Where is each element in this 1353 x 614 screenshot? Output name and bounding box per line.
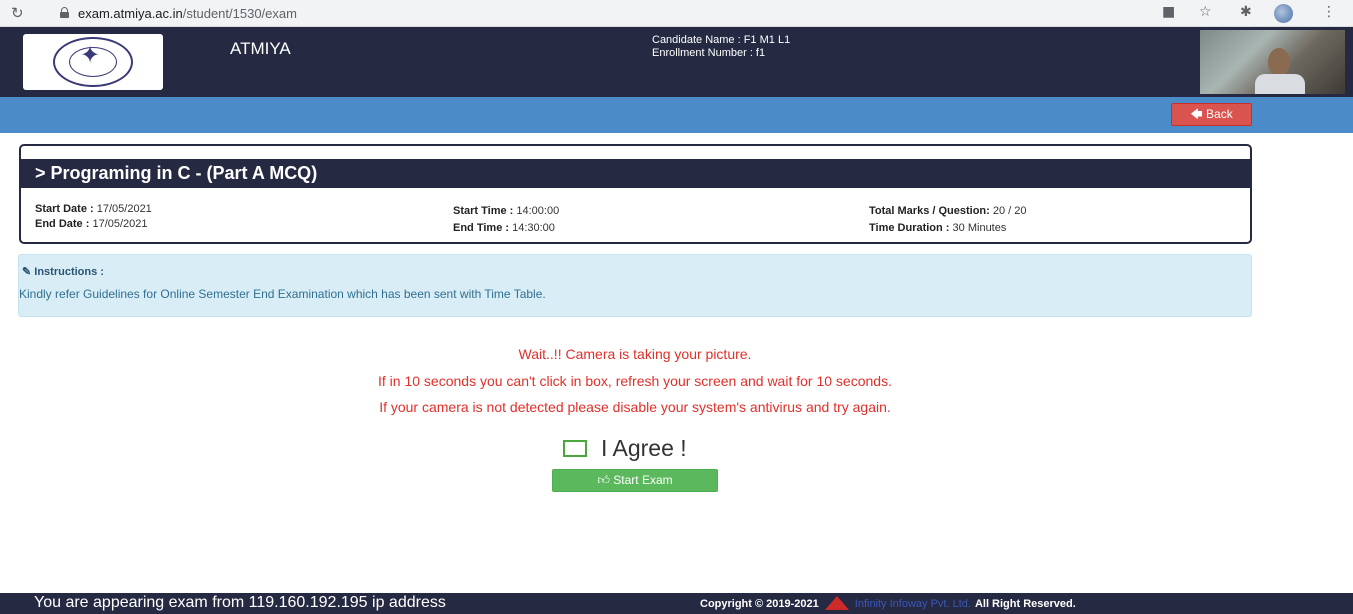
exam-marks: Total Marks / Question: 20 / 20 Time Dur… (869, 203, 1027, 237)
company-link[interactable]: Infinity Infoway Pvt. Ltd. (855, 598, 971, 610)
browser-toolbar: ↻ exam.atmiya.ac.in/student/1530/exam ■ … (0, 0, 1353, 27)
pencil-icon: ✎ (22, 266, 32, 278)
exam-title-bar: > Programing in C - (Part A MCQ) (21, 159, 1250, 188)
agree-row: I Agree ! (563, 434, 687, 462)
duration-label: Time Duration : (869, 222, 950, 234)
profile-icon[interactable] (1274, 4, 1293, 23)
ip-address-notice: You are appearing exam from 119.160.192.… (34, 594, 446, 611)
lock-icon[interactable] (60, 7, 69, 18)
university-seal: ✦ (53, 37, 133, 87)
start-date: 17/05/2021 (96, 203, 152, 215)
url-host: exam.atmiya.ac.in (78, 6, 183, 21)
camera-message: Wait..!! Camera is taking your picture. (518, 346, 752, 362)
back-button[interactable]: 🡄 Back (1171, 103, 1252, 126)
agree-label[interactable]: I Agree ! (601, 435, 687, 462)
enrollment-number: Enrollment Number : f1 (652, 47, 766, 59)
antivirus-message: If your camera is not detected please di… (379, 399, 891, 415)
address-bar[interactable]: exam.atmiya.ac.in/student/1530/exam (78, 6, 297, 21)
start-date-label: Start Date : (35, 203, 94, 215)
end-time: 14:30:00 (512, 222, 555, 234)
exam-times: Start Time : 14:00:00 End Time : 14:30:0… (453, 203, 559, 237)
copyright-text: Copyright © 2019-2021 (700, 598, 819, 610)
start-time-label: Start Time : (453, 205, 514, 217)
end-date: 17/05/2021 (92, 218, 148, 230)
start-time: 14:00:00 (516, 205, 560, 217)
university-logo: ✦ (23, 34, 163, 90)
url-path: /student/1530/exam (182, 6, 297, 21)
end-date-label: End Date : (35, 218, 90, 230)
reload-icon[interactable]: ↻ (11, 4, 24, 22)
candidate-info: Candidate Name : F1 M1 L1 Enrollment Num… (652, 34, 790, 60)
total-marks-label: Total Marks / Question: (869, 205, 990, 217)
end-time-label: End Time : (453, 222, 510, 234)
instructions-heading: ✎ Instructions : (22, 265, 104, 278)
thumbs-up-icon: 👍︎ (597, 473, 610, 487)
instructions-panel: ✎ Instructions : Kindly refer Guidelines… (18, 254, 1252, 317)
webcam-preview (1200, 30, 1345, 94)
instructions-title: Instructions : (34, 266, 104, 278)
instructions-text: Kindly refer Guidelines for Online Semes… (19, 287, 546, 301)
star-icon[interactable]: ☆ (1199, 4, 1212, 20)
candidate-name: Candidate Name : F1 M1 L1 (652, 34, 791, 46)
exam-dates: Start Date : 17/05/2021 End Date : 17/05… (35, 202, 152, 232)
brand-name: ATMIYA (230, 39, 291, 58)
infinity-logo-icon (824, 596, 849, 610)
start-exam-label: Start Exam (613, 473, 673, 487)
start-exam-button[interactable]: 👍︎ Start Exam (552, 469, 718, 492)
duration: 30 Minutes (952, 222, 1007, 234)
back-label: Back (1206, 107, 1233, 121)
agree-checkbox[interactable] (563, 439, 587, 457)
refresh-message: If in 10 seconds you can't click in box,… (378, 373, 892, 389)
rights-text: All Right Reserved. (974, 598, 1076, 610)
site-footer: You are appearing exam from 119.160.192.… (0, 593, 1353, 614)
site-header: ✦ ATMIYA Candidate Name : F1 M1 L1 Enrol… (0, 27, 1353, 97)
action-bar: 🡄 Back (0, 97, 1353, 133)
total-marks: 20 / 20 (992, 205, 1027, 217)
camera-ext-icon[interactable]: ■ (1162, 4, 1175, 20)
arrow-left-icon: 🡄 (1190, 107, 1203, 121)
exam-info-card: > Programing in C - (Part A MCQ) Start D… (19, 144, 1252, 244)
menu-icon[interactable]: ⋮ (1322, 4, 1336, 20)
exam-title: > Programing in C - (Part A MCQ) (35, 163, 318, 183)
copyright: Copyright © 2019-2021 Infinity Infoway P… (700, 596, 1076, 611)
extensions-icon[interactable]: ✱ (1240, 4, 1252, 20)
